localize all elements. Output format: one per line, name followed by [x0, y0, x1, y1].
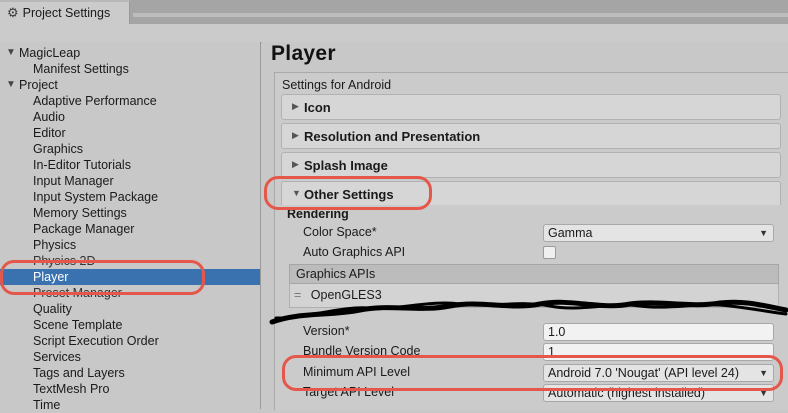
- color-space-label: Color Space*: [303, 225, 377, 239]
- color-space-value: Gamma: [548, 226, 593, 240]
- sidebar-item-player[interactable]: Player: [0, 269, 260, 285]
- sidebar-item-memory-settings[interactable]: Memory Settings: [0, 205, 260, 221]
- rendering-section-label: Rendering: [287, 207, 349, 221]
- target-api-level-dropdown[interactable]: Automatic (highest installed) ▼: [543, 384, 774, 402]
- version-label: Version*: [303, 324, 350, 338]
- sidebar-item-magicleap[interactable]: ▼ MagicLeap: [0, 45, 260, 61]
- graphics-apis-header: Graphics APIs: [289, 264, 779, 284]
- color-space-dropdown[interactable]: Gamma ▼: [543, 224, 774, 242]
- target-api-level-label: Target API Level: [303, 385, 395, 399]
- foldout-title: Resolution and Presentation: [304, 129, 481, 144]
- expanded-arrow-icon: ▼: [292, 188, 301, 198]
- sidebar-item-quality[interactable]: Quality: [0, 301, 260, 317]
- minimum-api-level-dropdown[interactable]: Android 7.0 'Nougat' (API level 24) ▼: [543, 364, 774, 382]
- sidebar-item-manifest-settings[interactable]: Manifest Settings: [0, 61, 260, 77]
- sidebar-item-input-manager[interactable]: Input Manager: [0, 173, 260, 189]
- bundle-version-code-label: Bundle Version Code: [303, 344, 421, 358]
- toolbar: [0, 24, 788, 43]
- gear-icon: ⚙: [7, 5, 19, 20]
- window-tab-bar: ⚙ Project Settings: [0, 0, 788, 24]
- player-settings-inspector: Settings for Android ▶ Icon ▶ Resolution…: [274, 72, 788, 410]
- sidebar-item-input-system-package[interactable]: Input System Package: [0, 189, 260, 205]
- foldout-other-settings[interactable]: ▼ Other Settings: [281, 181, 781, 205]
- graphics-api-row[interactable]: = OpenGLES3: [289, 284, 779, 308]
- sidebar-item-package-manager[interactable]: Package Manager: [0, 221, 260, 237]
- minimum-api-level-label: Minimum API Level: [303, 365, 410, 379]
- sidebar-item-physics-2d[interactable]: Physics 2D: [0, 253, 260, 269]
- sidebar-item-project[interactable]: ▼ Project: [0, 77, 260, 93]
- target-api-level-value: Automatic (highest installed): [548, 386, 706, 400]
- sidebar-item-editor[interactable]: Editor: [0, 125, 260, 141]
- foldout-splash[interactable]: ▶ Splash Image: [281, 152, 781, 178]
- sidebar-item-adaptive-performance[interactable]: Adaptive Performance: [0, 93, 260, 109]
- foldout-resolution[interactable]: ▶ Resolution and Presentation: [281, 123, 781, 149]
- foldout-title: Icon: [304, 100, 331, 115]
- chevron-down-icon: ▼: [759, 368, 768, 378]
- expand-arrow-icon[interactable]: ▼: [6, 77, 16, 93]
- main-panel: Player Settings for Android ▶ Icon ▶ Res…: [262, 42, 788, 410]
- chevron-down-icon: ▼: [759, 228, 768, 238]
- foldout-icon[interactable]: ▶ Icon: [281, 94, 781, 120]
- auto-graphics-api-checkbox[interactable]: [543, 246, 556, 259]
- minimum-api-level-value: Android 7.0 'Nougat' (API level 24): [548, 366, 739, 380]
- auto-graphics-api-label: Auto Graphics API: [303, 245, 406, 259]
- collapsed-arrow-icon: ▶: [292, 130, 299, 140]
- drag-handle-icon[interactable]: =: [294, 288, 301, 302]
- sidebar-item-preset-manager[interactable]: Preset Manager: [0, 285, 260, 301]
- sidebar-item-textmesh-pro[interactable]: TextMesh Pro: [0, 381, 260, 397]
- foldout-title: Splash Image: [304, 158, 388, 173]
- collapsed-arrow-icon: ▶: [292, 101, 299, 111]
- foldout-title: Other Settings: [304, 187, 394, 202]
- sidebar-item-script-execution-order[interactable]: Script Execution Order: [0, 333, 260, 349]
- page-title: Player: [271, 42, 336, 65]
- expand-arrow-icon[interactable]: ▼: [6, 45, 16, 61]
- platform-subtitle: Settings for Android: [282, 78, 392, 92]
- graphics-api-name: OpenGLES3: [310, 288, 382, 302]
- sidebar-item-audio[interactable]: Audio: [0, 109, 260, 125]
- sidebar-item-in-editor-tutorials[interactable]: In-Editor Tutorials: [0, 157, 260, 173]
- sidebar-item-time[interactable]: Time: [0, 397, 260, 413]
- tab-bar-strip: [133, 13, 788, 17]
- bundle-version-code-field[interactable]: 1: [543, 343, 774, 361]
- tab-project-settings[interactable]: ⚙ Project Settings: [0, 0, 130, 24]
- sidebar-item-graphics[interactable]: Graphics: [0, 141, 260, 157]
- version-field[interactable]: 1.0: [543, 323, 774, 341]
- sidebar-item-services[interactable]: Services: [0, 349, 260, 365]
- tab-title: Project Settings: [22, 6, 111, 20]
- collapsed-arrow-icon: ▶: [292, 159, 299, 169]
- chevron-down-icon: ▼: [759, 388, 768, 398]
- sidebar-item-tags-and-layers[interactable]: Tags and Layers: [0, 365, 260, 381]
- sidebar-item-physics[interactable]: Physics: [0, 237, 260, 253]
- sidebar-item-scene-template[interactable]: Scene Template: [0, 317, 260, 333]
- sidebar: ▼ MagicLeap Manifest Settings ▼ Project …: [0, 42, 261, 412]
